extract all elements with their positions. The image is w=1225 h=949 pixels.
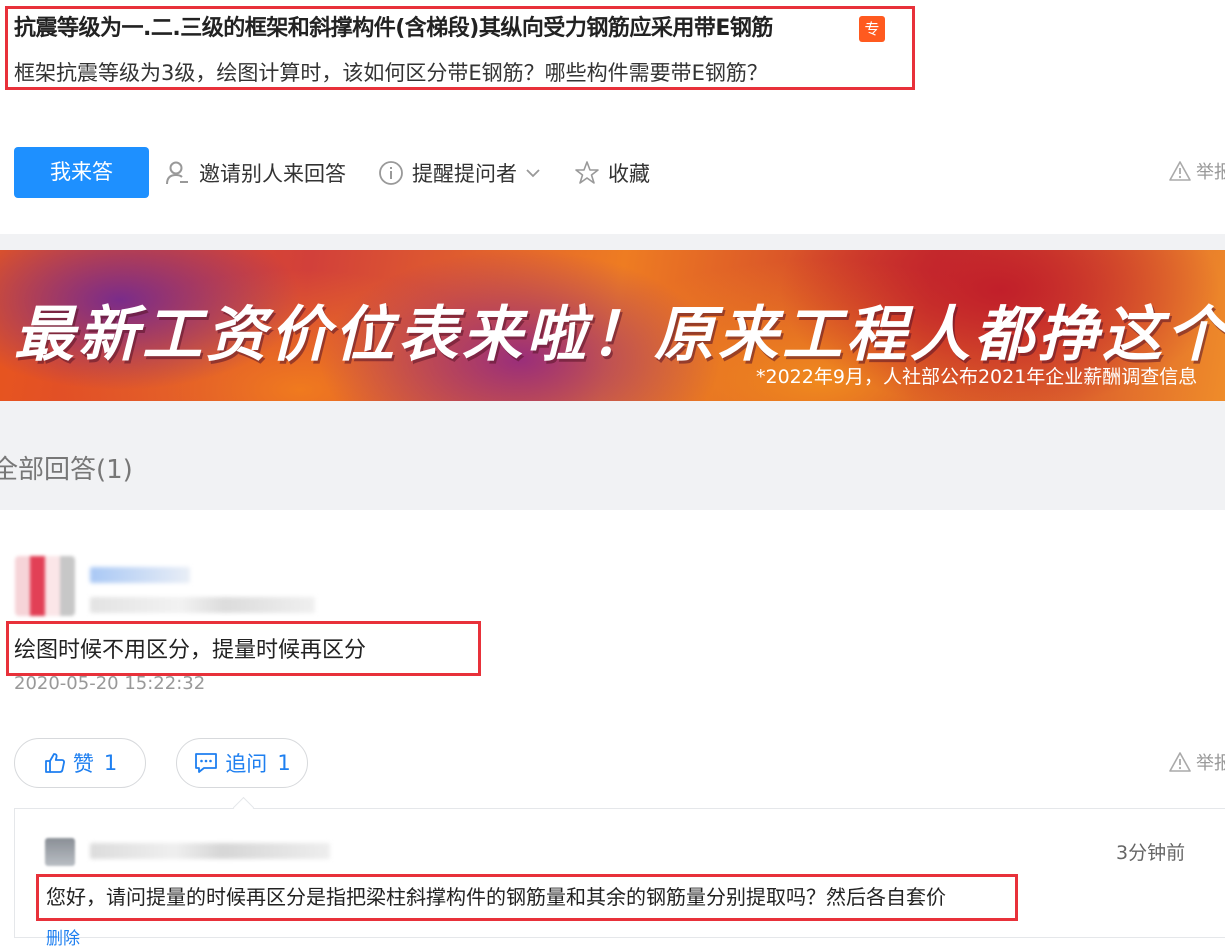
warning-icon xyxy=(1169,752,1191,772)
followup-count: 1 xyxy=(277,751,291,775)
answer-button[interactable]: 我来答 xyxy=(14,147,149,198)
section-divider xyxy=(0,234,1225,250)
invite-button[interactable]: 邀请别人来回答 xyxy=(165,157,346,189)
promo-banner[interactable]: 最新工资价位表来啦！原来工程人都挣这个数！ *2022年9月，人社部公布2021… xyxy=(0,250,1225,401)
followup-username[interactable] xyxy=(90,843,330,859)
like-label: 赞 xyxy=(72,752,94,776)
chevron-down-icon xyxy=(526,169,540,178)
remind-label: 提醒提问者 xyxy=(412,162,517,186)
answer-text: 绘图时候不用区分，提量时候再区分 xyxy=(14,638,367,663)
answers-header xyxy=(0,401,1225,510)
like-count: 1 xyxy=(103,751,118,775)
thumbs-up-icon xyxy=(44,753,65,773)
avatar[interactable] xyxy=(15,556,75,616)
question-title: 抗震等级为一.二.三级的框架和斜撑构件(含梯段)其纵向受力钢筋应采用带E钢筋 xyxy=(14,16,773,41)
banner-subtitle: *2022年9月，人社部公布2021年企业薪酬调查信息 xyxy=(756,366,1198,388)
favorite-button[interactable]: 收藏 xyxy=(574,157,650,189)
followup-label: 追问 xyxy=(225,752,268,776)
user-info xyxy=(90,597,315,613)
followup-avatar[interactable] xyxy=(45,838,75,866)
followup-button[interactable]: 追问 1 xyxy=(176,738,308,788)
like-button[interactable]: 赞 1 xyxy=(14,738,146,788)
followup-timestamp: 3分钟前 xyxy=(1116,842,1186,864)
expert-badge: 专 xyxy=(859,16,885,42)
answers-count: 全部回答(1) xyxy=(0,455,133,485)
comment-icon xyxy=(195,753,218,773)
answer-report-button[interactable]: 举报 xyxy=(1168,748,1225,776)
warning-icon xyxy=(1169,161,1191,181)
followup-text: 您好，请问提量的时候再区分是指把梁柱斜撑构件的钢筋量和其余的钢筋量分别提取吗？然… xyxy=(46,885,946,909)
report-label: 举报 xyxy=(1196,162,1225,183)
answer-timestamp: 2020-05-20 15:22:32 xyxy=(14,673,206,694)
username[interactable] xyxy=(90,567,190,583)
invite-label: 邀请别人来回答 xyxy=(199,162,346,186)
star-icon xyxy=(575,161,599,184)
report-button[interactable]: 举报 xyxy=(1168,157,1225,185)
favorite-label: 收藏 xyxy=(608,162,650,186)
info-icon xyxy=(379,161,403,185)
question-description: 框架抗震等级为3级，绘图计算时，该如何区分带E钢筋？哪些构件需要带E钢筋？ xyxy=(14,61,768,85)
answer-report-label: 举报 xyxy=(1196,753,1225,774)
banner-title: 最新工资价位表来啦！原来工程人都挣这个数！ xyxy=(14,300,1225,370)
delete-link[interactable]: 删除 xyxy=(46,924,80,949)
remind-button[interactable]: 提醒提问者 xyxy=(378,157,543,189)
user-icon xyxy=(166,161,188,185)
